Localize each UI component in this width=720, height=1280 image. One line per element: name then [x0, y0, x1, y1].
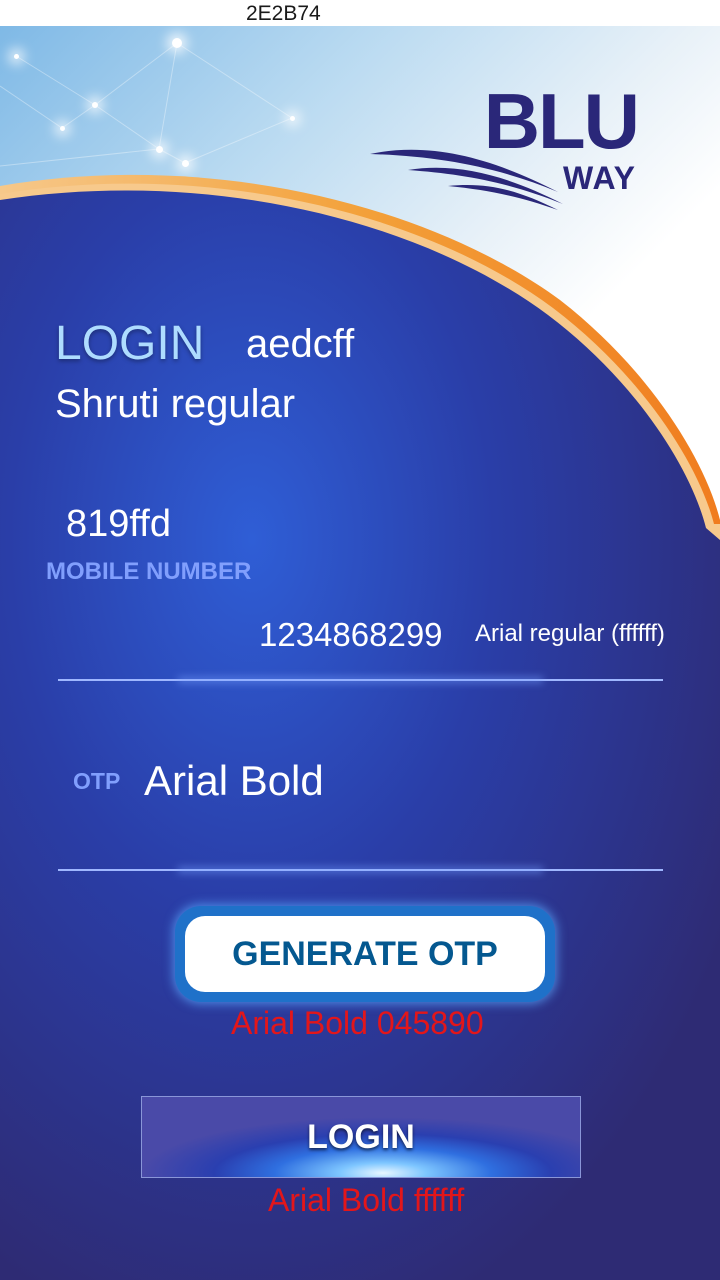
mobile-number-input[interactable]: 1234868299 — [259, 616, 443, 654]
label-color-note: 819ffd — [66, 503, 171, 545]
generate-button-font-note: Arial Bold 045890 — [231, 1005, 484, 1041]
heading-font-note: Shruti regular — [55, 382, 296, 426]
otp-underline — [58, 869, 663, 871]
login-button-font-note: Arial Bold ffffff — [268, 1182, 465, 1218]
blu-way-logo: BLU WAY — [368, 82, 658, 222]
login-button-label: LOGIN — [307, 1117, 415, 1156]
login-screen: 2E2B74 BLU WAY LOGIN aedcff Shruti regul… — [0, 0, 720, 1280]
otp-label: OTP — [73, 768, 121, 794]
mobile-number-label: MOBILE NUMBER — [46, 558, 252, 585]
generate-otp-button-face[interactable]: GENERATE OTP — [185, 916, 545, 992]
blu-way-logo-wave-icon — [370, 149, 563, 210]
generate-otp-button[interactable]: GENERATE OTP — [175, 906, 555, 1002]
login-button[interactable]: LOGIN — [141, 1096, 581, 1178]
login-heading: LOGIN — [55, 317, 205, 370]
mobile-font-note: Arial regular (ffffff) — [475, 620, 665, 647]
heading-color-note: aedcff — [246, 322, 355, 366]
otp-input[interactable] — [144, 756, 644, 806]
logo-way-text: WAY — [563, 160, 636, 196]
mobile-number-underline — [58, 679, 663, 681]
generate-otp-button-label: GENERATE OTP — [232, 934, 498, 973]
